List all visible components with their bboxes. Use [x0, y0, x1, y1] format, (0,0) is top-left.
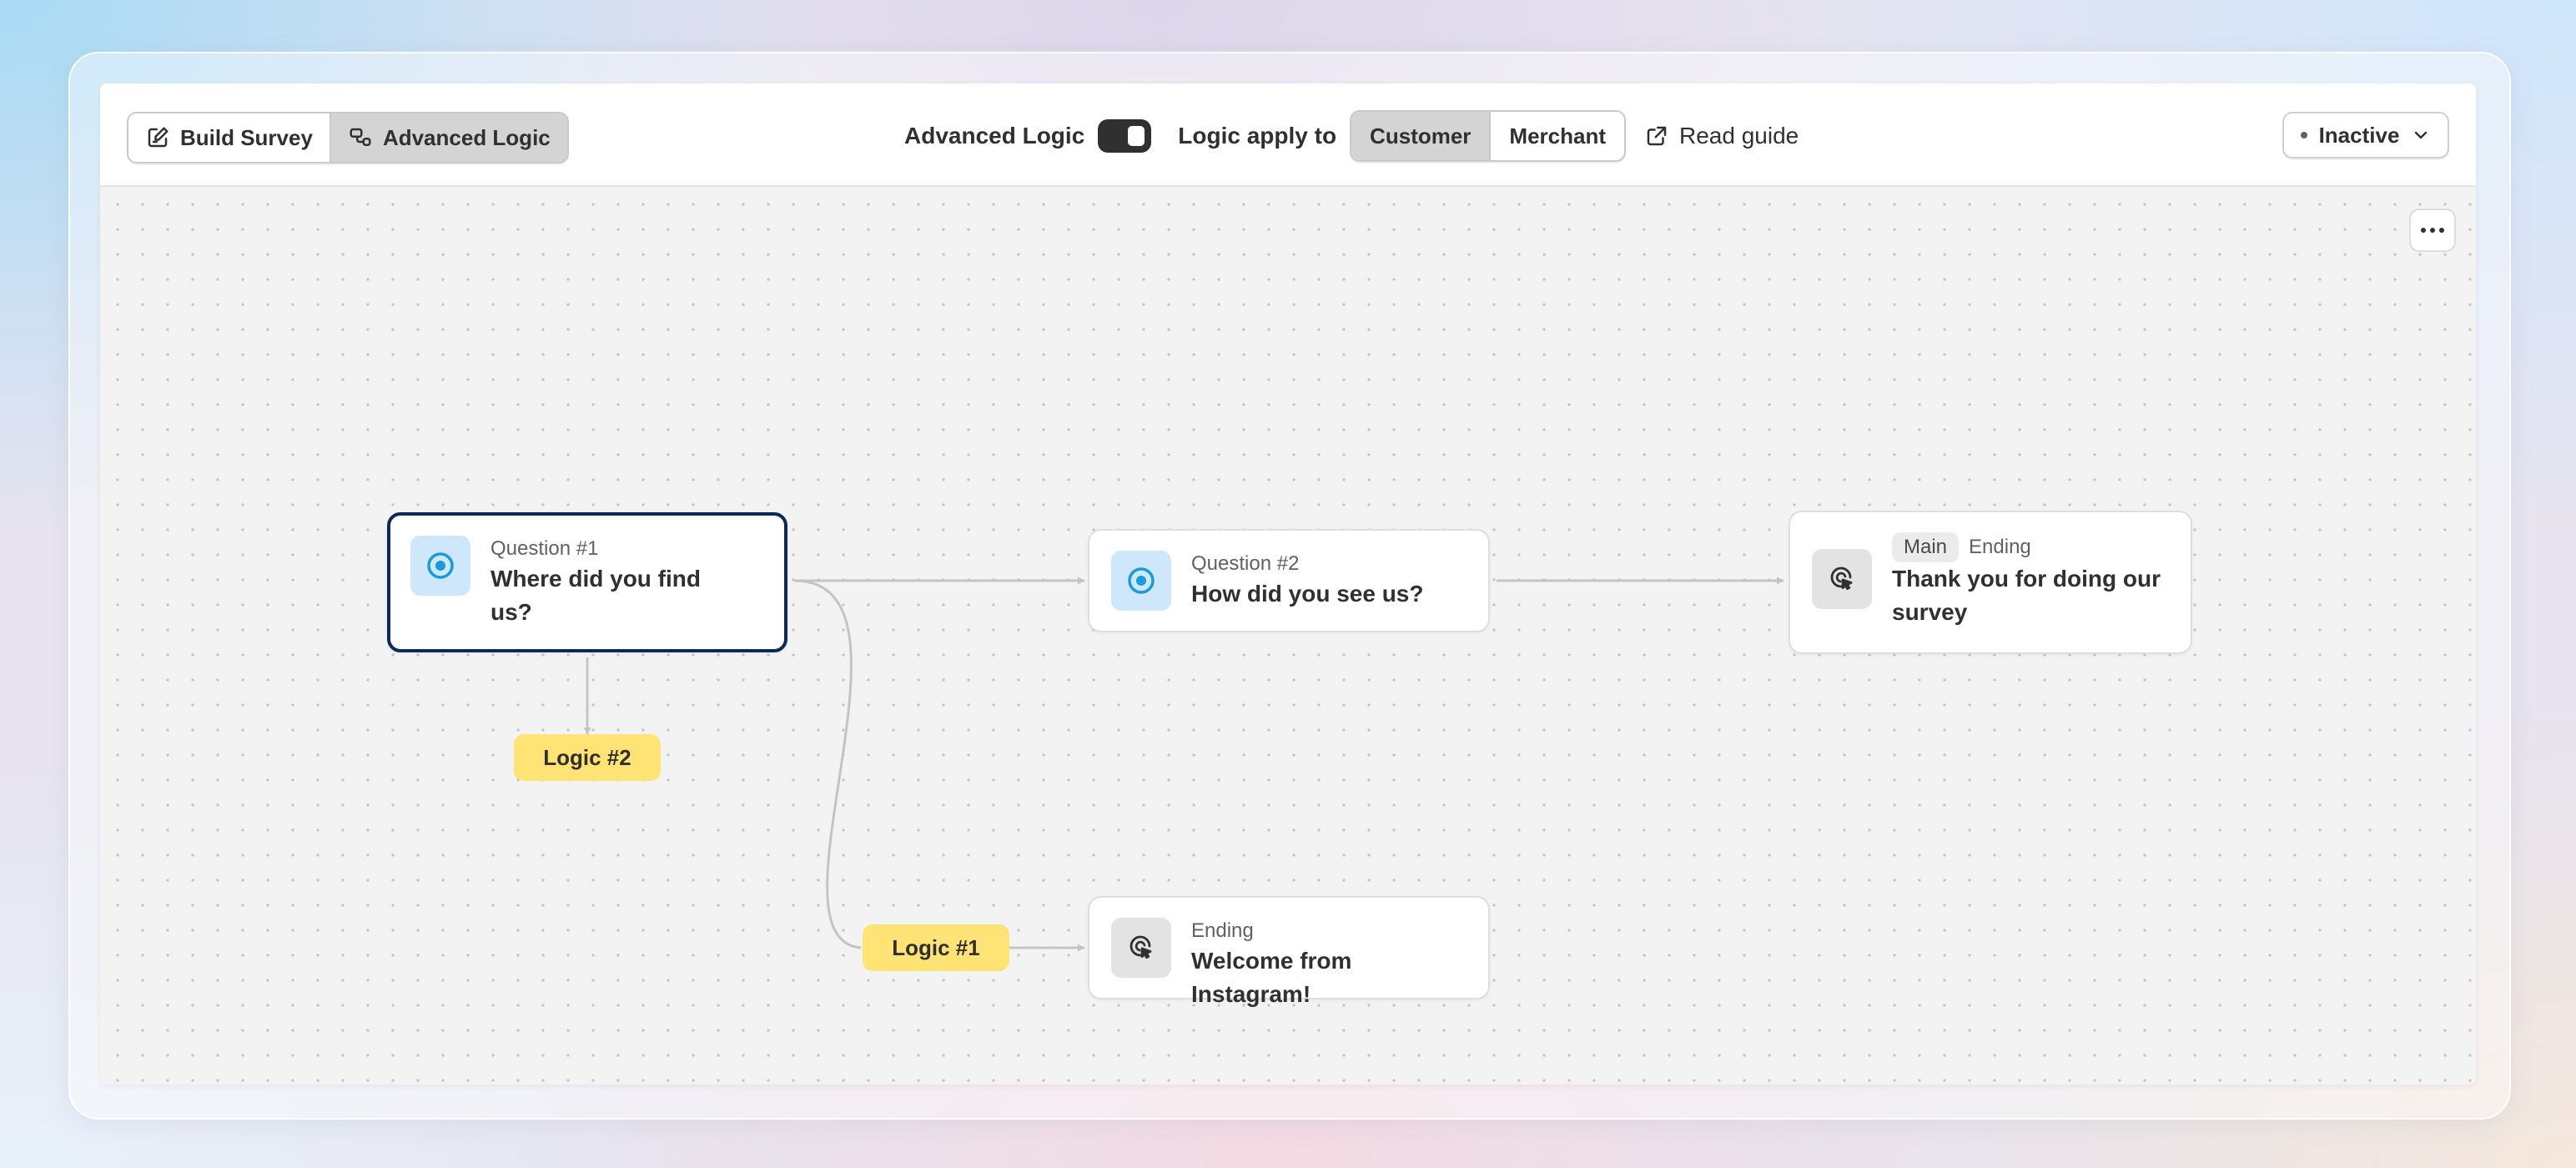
read-guide-link[interactable]: Read guide: [1644, 123, 1799, 149]
apply-customer-button[interactable]: Customer: [1351, 112, 1490, 160]
main-ending-icon-wrap: [1812, 549, 1872, 609]
question-2-text: Question #2 How did you see us?: [1191, 551, 1423, 611]
view-switcher: Build Survey Advanced Logic: [127, 112, 569, 164]
main-tag: Main: [1892, 532, 1960, 562]
question-1-node[interactable]: Question #1 Where did you find us?: [387, 512, 787, 652]
advanced-logic-label: Advanced Logic: [904, 123, 1085, 149]
status-dot: [2300, 132, 2307, 138]
chevron-down-icon: [2415, 131, 2428, 139]
radio-icon: [1128, 567, 1155, 594]
question-1-icon-wrap: [410, 536, 470, 596]
instagram-ending-text: Ending Welcome from Instagram!: [1191, 918, 1468, 1011]
advanced-logic-toggle[interactable]: [1098, 119, 1152, 153]
toggle-knob: [1128, 126, 1145, 146]
instagram-ending-icon-wrap: [1111, 918, 1171, 978]
main-ending-title: Thank you for doing our survey: [1892, 566, 2161, 625]
main-ending-subtitle: Ending: [1969, 536, 2031, 558]
question-1-text: Question #1 Where did you find us?: [491, 536, 741, 629]
edit-icon: [148, 127, 169, 148]
main-ending-node[interactable]: Main Ending Thank you for doing our surv…: [1789, 511, 2192, 654]
logic-apply-label: Logic apply to: [1178, 123, 1337, 149]
read-guide-label: Read guide: [1678, 123, 1799, 149]
build-survey-label: Build Survey: [180, 124, 313, 150]
advanced-logic-tab-label: Advanced Logic: [382, 124, 551, 150]
logic-1-badge[interactable]: Logic #1: [863, 924, 1009, 971]
instagram-ending-title: Welcome from Instagram!: [1191, 948, 1352, 1007]
question-2-subtitle: Question #2: [1191, 552, 1300, 575]
question-2-title: How did you see us?: [1191, 581, 1424, 607]
flow-canvas[interactable]: Question #1 Where did you find us? Quest…: [100, 187, 2476, 1085]
status-value: Inactive: [2318, 122, 2400, 148]
advanced-logic-tab[interactable]: Advanced Logic: [329, 113, 567, 162]
main-ending-text: Main Ending Thank you for doing our surv…: [1892, 532, 2167, 629]
more-dot: [2439, 228, 2444, 233]
more-dot: [2421, 228, 2426, 233]
logic-controls: Advanced Logic Logic apply to Customer M…: [904, 110, 1799, 162]
external-link-icon: [1647, 126, 1667, 146]
logic-icon: [350, 128, 371, 146]
logic-2-badge[interactable]: Logic #2: [514, 734, 661, 781]
question-1-title: Where did you find us?: [491, 566, 701, 625]
question-2-node[interactable]: Question #2 How did you see us?: [1088, 529, 1490, 632]
instagram-ending-node[interactable]: Ending Welcome from Instagram!: [1088, 896, 1490, 1007]
cursor-click-icon: [1830, 566, 1853, 591]
build-survey-tab[interactable]: Build Survey: [128, 113, 330, 162]
more-options-button[interactable]: [2409, 209, 2456, 252]
instagram-ending-subtitle: Ending: [1191, 919, 1254, 942]
question-1-subtitle: Question #1: [491, 537, 599, 560]
edge-q1-to-logic1: [793, 579, 862, 949]
radio-icon: [427, 552, 454, 579]
apply-merchant-button[interactable]: Merchant: [1489, 112, 1624, 160]
toolbar: Build Survey Advanced Logic Advanced Log…: [100, 83, 2476, 187]
question-2-icon-wrap: [1111, 551, 1171, 611]
status-dropdown[interactable]: Inactive: [2282, 112, 2449, 159]
logic-apply-switcher: Customer Merchant: [1350, 110, 1626, 162]
more-dot: [2430, 228, 2435, 233]
app-window: Build Survey Advanced Logic Advanced Log…: [100, 83, 2476, 1085]
main-ending-subtitle-row: Main Ending: [1892, 532, 2167, 562]
cursor-click-icon: [1130, 935, 1152, 959]
